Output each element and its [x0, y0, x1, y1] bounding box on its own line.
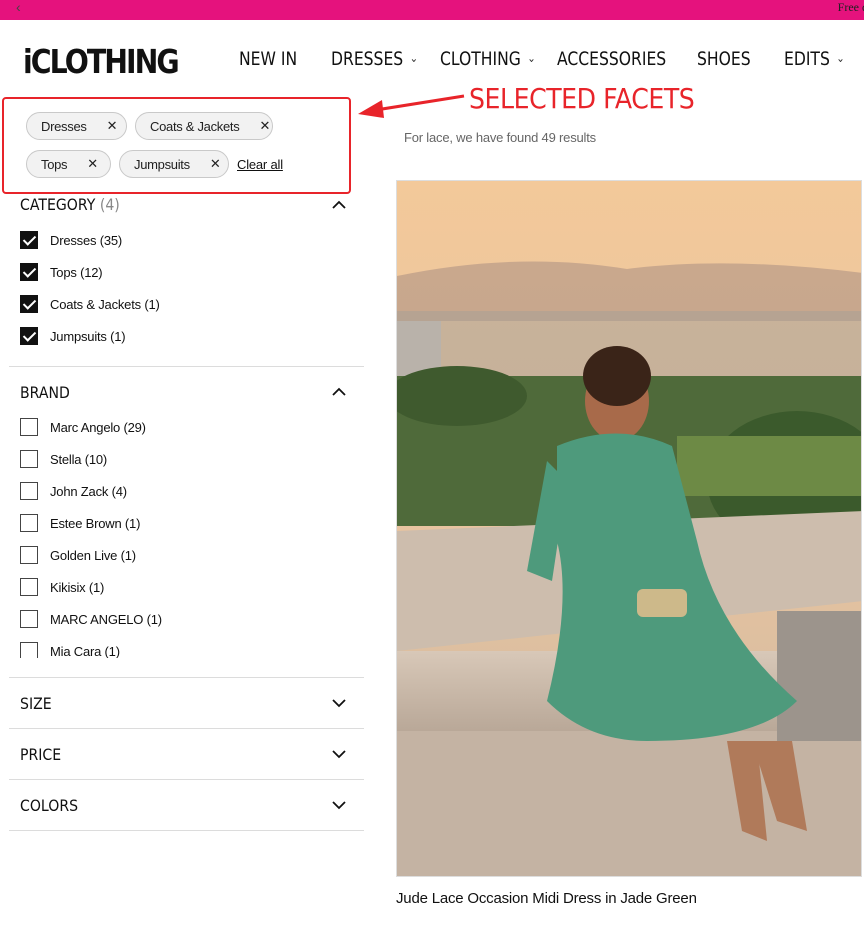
- brand-option[interactable]: Stella (10): [20, 450, 107, 468]
- close-icon[interactable]: ✕: [210, 156, 221, 172]
- product-image[interactable]: [396, 180, 862, 877]
- close-icon[interactable]: ✕: [259, 118, 270, 134]
- facet-chip-label: Coats & Jackets: [150, 118, 240, 134]
- checkbox[interactable]: [20, 578, 38, 596]
- brand-option[interactable]: Kikisix (1): [20, 578, 104, 596]
- facet-chip-jumpsuits[interactable]: Jumpsuits ✕: [119, 150, 229, 178]
- checkbox[interactable]: [20, 514, 38, 532]
- category-option-coats-jackets[interactable]: Coats & Jackets (1): [20, 295, 160, 313]
- chevron-down-icon: ⌄: [409, 51, 418, 65]
- checkbox-checked[interactable]: [20, 263, 38, 281]
- annotation-label: SELECTED FACETS: [469, 82, 695, 115]
- checkbox[interactable]: [20, 610, 38, 628]
- chevron-down-icon: ⌄: [527, 51, 536, 65]
- facet-chip-tops[interactable]: Tops ✕: [26, 150, 111, 178]
- annotation-arrow-icon: [358, 94, 465, 118]
- promo-bar: ‹ Free d: [0, 0, 864, 20]
- divider: [9, 779, 364, 780]
- chevron-up-icon[interactable]: [331, 197, 347, 213]
- promo-text: Free d: [837, 0, 864, 14]
- product-photo: [397, 181, 861, 876]
- divider: [9, 366, 364, 367]
- close-icon[interactable]: ✕: [87, 156, 98, 172]
- product-title[interactable]: Jude Lace Occasion Midi Dress in Jade Gr…: [396, 890, 697, 907]
- divider: [9, 677, 364, 678]
- results-summary: For lace, we have found 49 results: [404, 130, 596, 145]
- chevron-left-icon[interactable]: ‹: [16, 0, 21, 14]
- brand-option[interactable]: Mia Cara (1): [20, 642, 120, 658]
- filter-category-header[interactable]: CATEGORY (4): [20, 195, 120, 214]
- nav-item-clothing[interactable]: CLOTHING ⌄: [440, 48, 536, 70]
- chevron-down-icon[interactable]: [331, 695, 347, 711]
- facet-chip-dresses[interactable]: Dresses ✕: [26, 112, 127, 140]
- nav-item-edits[interactable]: EDITS ⌄: [784, 48, 845, 70]
- nav-item-new-in[interactable]: NEW IN: [239, 48, 297, 70]
- checkbox[interactable]: [20, 418, 38, 436]
- brand-option[interactable]: Estee Brown (1): [20, 514, 140, 532]
- facet-chip-coats-jackets[interactable]: Coats & Jackets ✕: [135, 112, 273, 140]
- clear-all-link[interactable]: Clear all: [237, 157, 283, 172]
- filter-colors-header[interactable]: COLORS: [20, 796, 78, 815]
- category-option-jumpsuits[interactable]: Jumpsuits (1): [20, 327, 126, 345]
- checkbox[interactable]: [20, 482, 38, 500]
- checkbox[interactable]: [20, 450, 38, 468]
- brand-option[interactable]: Golden Live (1): [20, 546, 136, 564]
- checkbox-checked[interactable]: [20, 231, 38, 249]
- checkbox-checked[interactable]: [20, 295, 38, 313]
- chevron-up-icon[interactable]: [331, 384, 347, 400]
- filter-brand-header[interactable]: BRAND: [20, 383, 70, 402]
- checkbox[interactable]: [20, 546, 38, 564]
- nav-item-dresses[interactable]: DRESSES ⌄: [331, 48, 418, 70]
- chevron-down-icon[interactable]: [331, 797, 347, 813]
- facet-chip-label: Dresses: [41, 118, 87, 134]
- brand-option[interactable]: MARC ANGELO (1): [20, 610, 162, 628]
- facet-chip-label: Jumpsuits: [134, 156, 190, 172]
- checkbox-checked[interactable]: [20, 327, 38, 345]
- brand-option[interactable]: John Zack (4): [20, 482, 127, 500]
- divider: [9, 830, 364, 831]
- nav-item-accessories[interactable]: ACCESSORIES: [557, 48, 666, 70]
- site-logo[interactable]: iCLOTHING: [23, 42, 180, 81]
- chevron-down-icon[interactable]: [331, 746, 347, 762]
- chevron-down-icon: ⌄: [836, 51, 845, 65]
- facet-chip-label: Tops: [41, 156, 68, 172]
- brand-option[interactable]: Marc Angelo (29): [20, 418, 146, 436]
- checkbox[interactable]: [20, 642, 38, 658]
- nav-item-shoes[interactable]: SHOES: [697, 48, 751, 70]
- close-icon[interactable]: ✕: [107, 118, 118, 134]
- brand-options-list[interactable]: Marc Angelo (29) Stella (10) John Zack (…: [0, 410, 364, 658]
- filter-price-header[interactable]: PRICE: [20, 745, 61, 764]
- category-option-tops[interactable]: Tops (12): [20, 263, 103, 281]
- divider: [9, 728, 364, 729]
- category-option-dresses[interactable]: Dresses (35): [20, 231, 122, 249]
- filter-size-header[interactable]: SIZE: [20, 694, 52, 713]
